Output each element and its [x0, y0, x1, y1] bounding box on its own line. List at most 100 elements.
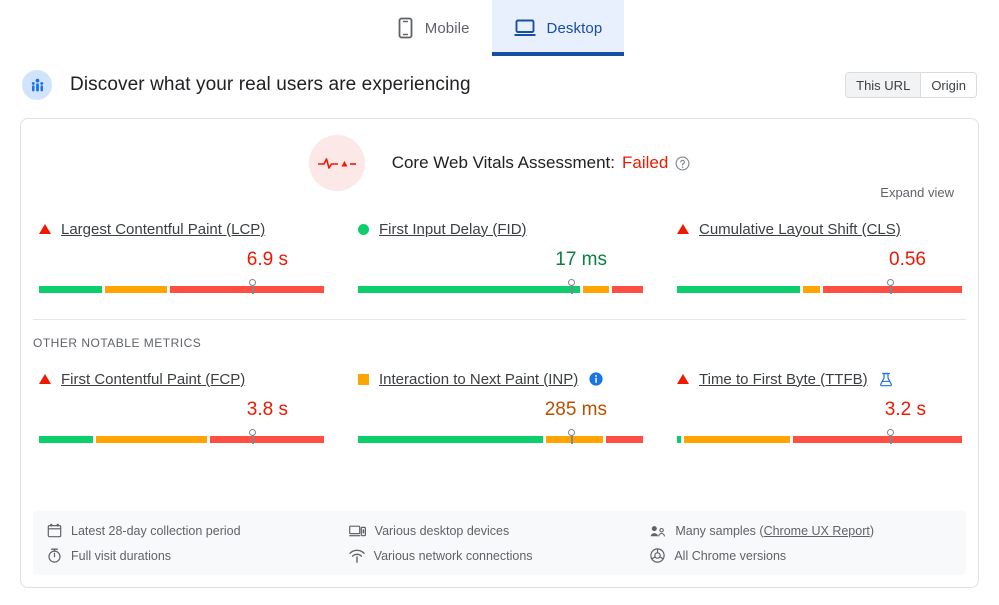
info-icon[interactable] [589, 372, 603, 386]
segment-needs-improvement [684, 436, 789, 443]
segment-poor [210, 436, 324, 443]
section-header: Discover what your real users are experi… [0, 56, 999, 112]
scope-origin-button[interactable]: Origin [921, 73, 976, 97]
segment-poor [823, 286, 962, 293]
distribution-bar [39, 436, 324, 443]
distribution-bar [358, 436, 643, 443]
metric-inp-bar [358, 429, 643, 445]
metric-fid-value-row: 17 ms [358, 249, 643, 271]
stopwatch-icon [47, 548, 62, 563]
real-users-icon [22, 70, 52, 100]
triangle-red-icon [39, 374, 51, 384]
metric-lcp: Largest Contentful Paint (LCP) 6.9 s [21, 218, 340, 295]
metric-cls-value: 0.56 [889, 249, 926, 271]
metric-fid-head: First Input Delay (FID) [358, 218, 643, 240]
footer-collection-period-text: Latest 28-day collection period [71, 524, 241, 538]
pulse-icon [309, 135, 365, 191]
expand-view-row: Expand view [21, 185, 978, 200]
metric-ttfb-value-row: 3.2 s [677, 399, 962, 421]
metric-cls-link[interactable]: Cumulative Layout Shift (CLS) [699, 221, 901, 238]
triangle-red-icon [677, 224, 689, 234]
segment-needs-improvement [583, 286, 609, 293]
help-icon[interactable] [675, 156, 690, 171]
segment-poor [612, 286, 643, 293]
assessment-header: Core Web Vitals Assessment: Failed [21, 119, 978, 191]
metric-lcp-value-row: 6.9 s [39, 249, 324, 271]
footer-item-devices: Various desktop devices [349, 523, 651, 538]
metric-inp: Interaction to Next Paint (INP) 285 ms [340, 368, 659, 445]
metric-fid-value: 17 ms [555, 249, 607, 271]
footer-item-collection-period: Latest 28-day collection period [47, 523, 349, 538]
segment-needs-improvement [96, 436, 207, 443]
metric-fcp-value-row: 3.8 s [39, 399, 324, 421]
metric-fid-link[interactable]: First Input Delay (FID) [379, 221, 527, 238]
metric-inp-link[interactable]: Interaction to Next Paint (INP) [379, 371, 578, 388]
tab-desktop-label: Desktop [547, 20, 603, 37]
metric-fcp-bar [39, 429, 324, 445]
segment-poor [170, 286, 324, 293]
metric-ttfb: Time to First Byte (TTFB) 3.2 s [659, 368, 978, 445]
metric-cls-value-row: 0.56 [677, 249, 962, 271]
collection-metadata-footer: Latest 28-day collection period Various … [33, 511, 966, 575]
crux-card: Core Web Vitals Assessment: Failed Expan… [20, 118, 979, 588]
metric-ttfb-value: 3.2 s [885, 399, 926, 421]
circle-green-icon [358, 224, 369, 235]
flask-icon[interactable] [879, 372, 893, 387]
footer-visit-durations-text: Full visit durations [71, 549, 171, 563]
metric-cls: Cumulative Layout Shift (CLS) 0.56 [659, 218, 978, 295]
distribution-bar [358, 286, 643, 293]
distribution-bar [39, 286, 324, 293]
assessment-label: Core Web Vitals Assessment: [392, 153, 615, 173]
tab-mobile-label: Mobile [425, 20, 470, 37]
footer-item-chrome-versions: All Chrome versions [650, 548, 952, 563]
other-metrics-label: OTHER NOTABLE METRICS [21, 320, 978, 350]
footer-item-network: Various network connections [349, 548, 651, 563]
tab-desktop[interactable]: Desktop [492, 0, 625, 56]
footer-samples-text: Many samples (Chrome UX Report) [675, 524, 874, 538]
distribution-bar [677, 436, 962, 443]
square-amber-icon [358, 374, 369, 385]
metric-fcp: First Contentful Paint (FCP) 3.8 s [21, 368, 340, 445]
chrome-ux-report-link[interactable]: Chrome UX Report [764, 524, 870, 538]
calendar-icon [47, 523, 62, 538]
network-icon [349, 549, 365, 563]
page-title: Discover what your real users are experi… [70, 74, 471, 96]
segment-poor [606, 436, 643, 443]
desktop-icon [514, 18, 536, 38]
metric-inp-head: Interaction to Next Paint (INP) [358, 368, 643, 390]
footer-chrome-versions-text: All Chrome versions [674, 549, 786, 563]
footer-item-samples: Many samples (Chrome UX Report) [650, 523, 952, 538]
metric-fcp-link[interactable]: First Contentful Paint (FCP) [61, 371, 245, 388]
segment-good [677, 286, 800, 293]
distribution-bar [677, 286, 962, 293]
mobile-icon [397, 17, 414, 39]
core-web-vitals-grid: Largest Contentful Paint (LCP) 6.9 s [21, 218, 978, 295]
footer-devices-text: Various desktop devices [375, 524, 510, 538]
chrome-icon [650, 548, 665, 563]
metric-fid-bar [358, 279, 643, 295]
other-metrics-grid: First Contentful Paint (FCP) 3.8 s [21, 368, 978, 445]
metric-lcp-head: Largest Contentful Paint (LCP) [39, 218, 324, 240]
triangle-red-icon [39, 224, 51, 234]
devices-icon [349, 524, 366, 538]
expand-view-link[interactable]: Expand view [880, 185, 954, 200]
scope-this-url-button[interactable]: This URL [846, 73, 920, 97]
metric-ttfb-head: Time to First Byte (TTFB) [677, 368, 962, 390]
metric-lcp-value: 6.9 s [247, 249, 288, 271]
assessment-text: Core Web Vitals Assessment: Failed [392, 153, 691, 173]
metric-cls-bar [677, 279, 962, 295]
segment-good [39, 286, 102, 293]
metric-ttfb-link[interactable]: Time to First Byte (TTFB) [699, 371, 868, 388]
footer-network-text: Various network connections [374, 549, 533, 563]
tab-mobile[interactable]: Mobile [375, 0, 492, 56]
footer-item-visit-durations: Full visit durations [47, 548, 349, 563]
segment-needs-improvement [105, 286, 168, 293]
scope-toggle-group: This URL Origin [845, 72, 977, 98]
metric-inp-value: 285 ms [545, 399, 607, 421]
footer-samples-prefix: Many samples ( [675, 524, 763, 538]
metric-fcp-head: First Contentful Paint (FCP) [39, 368, 324, 390]
status-badge: Failed [622, 153, 668, 173]
segment-good [358, 436, 543, 443]
metric-lcp-link[interactable]: Largest Contentful Paint (LCP) [61, 221, 265, 238]
metric-inp-value-row: 285 ms [358, 399, 643, 421]
